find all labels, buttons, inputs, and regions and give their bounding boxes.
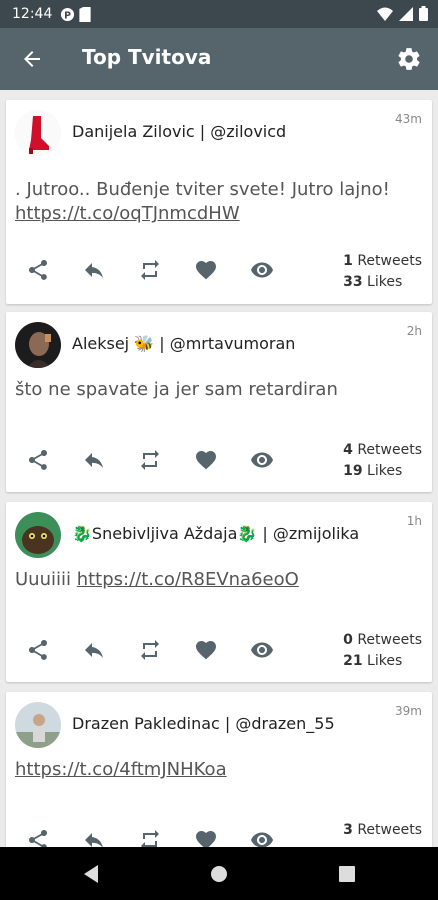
like-count-line: 19 Likes <box>343 461 422 482</box>
like-count-label: Likes <box>362 653 403 669</box>
like-count-label: Likes <box>362 274 403 290</box>
tweet-author[interactable]: Drazen Pakledinac | @drazen_55 <box>72 714 335 733</box>
view-eye-icon[interactable] <box>250 828 274 847</box>
tweet-text: Uuuiiii https://t.co/R8EVna6eoO <box>15 568 425 592</box>
app-notification-icon: P <box>61 7 75 21</box>
cell-signal-icon <box>399 6 413 21</box>
reply-icon[interactable] <box>82 638 106 662</box>
retweet-count: 4 <box>343 442 353 458</box>
retweet-count: 3 <box>343 822 353 838</box>
tweet-time: 39m <box>395 704 422 718</box>
system-nav-bar <box>0 847 438 900</box>
tweet-actions <box>26 828 274 847</box>
retweet-count-label: Retweets <box>352 442 422 458</box>
tweet-time: 1h <box>406 514 422 528</box>
reply-icon[interactable] <box>82 828 106 847</box>
tweet-actions <box>26 638 274 662</box>
retweet-count-line: 1 Retweets <box>343 251 422 272</box>
retweet-count: 1 <box>343 253 353 269</box>
svg-text:P: P <box>64 10 71 21</box>
tweet-link[interactable]: https://t.co/R8EVna6eoO <box>77 569 299 590</box>
avatar[interactable] <box>15 512 61 558</box>
like-heart-icon[interactable] <box>194 638 218 662</box>
like-count: 19 <box>343 463 363 479</box>
like-count: 21 <box>343 653 363 669</box>
tweet-text-content: što ne spavate ja jer sam retardiran <box>15 379 338 400</box>
tweet-stats: 1 Retweets 33 Likes <box>343 251 422 293</box>
tweet-text-content: . Jutroo.. Buđenje tviter svete! Jutro l… <box>15 179 390 200</box>
app-bar: Top Tvitova <box>0 28 438 90</box>
tweet-link[interactable]: https://t.co/4ftmJNHKoa <box>15 759 227 780</box>
person-photo-avatar-icon <box>15 702 61 748</box>
avatar[interactable] <box>15 702 61 748</box>
tweet-feed[interactable]: Danijela Zilovic | @zilovicd 43m . Jutro… <box>0 90 438 847</box>
tweet-card[interactable]: 🐉Snebivljiva Aždaja🐉 | @zmijolika 1h Uuu… <box>6 502 432 682</box>
like-count: 33 <box>343 274 363 290</box>
share-icon[interactable] <box>26 828 50 847</box>
retweet-count-line: 3 Retweets <box>343 820 422 841</box>
red-boot-avatar-icon <box>15 110 61 156</box>
retweet-count-line: 0 Retweets <box>343 630 422 651</box>
retweet-icon[interactable] <box>138 258 162 282</box>
retweet-icon[interactable] <box>138 828 162 847</box>
view-eye-icon[interactable] <box>250 448 274 472</box>
retweet-count-label: Retweets <box>352 253 422 269</box>
tweet-text: što ne spavate ja jer sam retardiran <box>15 378 425 402</box>
avatar[interactable] <box>15 110 61 156</box>
tweet-author[interactable]: 🐉Snebivljiva Aždaja🐉 | @zmijolika <box>72 524 359 543</box>
tweet-card[interactable]: Drazen Pakledinac | @drazen_55 39m https… <box>6 692 432 847</box>
retweet-icon[interactable] <box>138 638 162 662</box>
retweet-count: 0 <box>343 632 353 648</box>
share-icon[interactable] <box>26 448 50 472</box>
tweet-text: https://t.co/4ftmJNHKoa <box>15 758 425 782</box>
like-heart-icon[interactable] <box>194 258 218 282</box>
tweet-author[interactable]: Danijela Zilovic | @zilovicd <box>72 122 286 141</box>
nav-recents-icon[interactable] <box>338 864 356 884</box>
share-icon[interactable] <box>26 258 50 282</box>
avatar[interactable] <box>15 322 61 368</box>
like-heart-icon[interactable] <box>194 828 218 847</box>
cartoon-creature-avatar-icon <box>15 512 61 558</box>
tweet-text: . Jutroo.. Buđenje tviter svete! Jutro l… <box>15 178 425 226</box>
like-count-label: Likes <box>362 463 403 479</box>
status-time: 12:44 <box>12 6 53 22</box>
tweet-stats: 3 Retweets <box>343 820 422 841</box>
like-count-line: 21 Likes <box>343 651 422 672</box>
page-title: Top Tvitova <box>82 45 212 69</box>
nav-back-icon[interactable] <box>82 864 100 884</box>
battery-icon <box>419 6 428 21</box>
retweet-count-line: 4 Retweets <box>343 440 422 461</box>
dark-portrait-avatar-icon <box>15 322 61 368</box>
tweet-link[interactable]: https://t.co/oqTJnmcdHW <box>15 203 240 224</box>
back-arrow-icon[interactable] <box>20 47 44 71</box>
view-eye-icon[interactable] <box>250 638 274 662</box>
like-heart-icon[interactable] <box>194 448 218 472</box>
tweet-stats: 4 Retweets 19 Likes <box>343 440 422 482</box>
share-icon[interactable] <box>26 638 50 662</box>
view-eye-icon[interactable] <box>250 258 274 282</box>
settings-gear-icon[interactable] <box>396 46 422 72</box>
nav-home-icon[interactable] <box>210 864 228 884</box>
retweet-count-label: Retweets <box>352 632 422 648</box>
tweet-actions <box>26 448 274 472</box>
retweet-icon[interactable] <box>138 448 162 472</box>
retweet-count-label: Retweets <box>352 822 422 838</box>
tweet-actions <box>26 258 274 282</box>
tweet-text-content: Uuuiiii <box>15 569 77 590</box>
reply-icon[interactable] <box>82 448 106 472</box>
tweet-author[interactable]: Aleksej 🐝 | @mrtavumoran <box>72 334 295 353</box>
tweet-time: 2h <box>406 324 422 338</box>
tweet-time: 43m <box>395 112 422 126</box>
sim-card-icon <box>79 6 91 22</box>
status-bar: 12:44 P <box>0 0 438 28</box>
tweet-card[interactable]: Aleksej 🐝 | @mrtavumoran 2h što ne spava… <box>6 312 432 492</box>
wifi-icon <box>377 7 393 21</box>
reply-icon[interactable] <box>82 258 106 282</box>
like-count-line: 33 Likes <box>343 272 422 293</box>
tweet-stats: 0 Retweets 21 Likes <box>343 630 422 672</box>
tweet-card[interactable]: Danijela Zilovic | @zilovicd 43m . Jutro… <box>6 100 432 304</box>
